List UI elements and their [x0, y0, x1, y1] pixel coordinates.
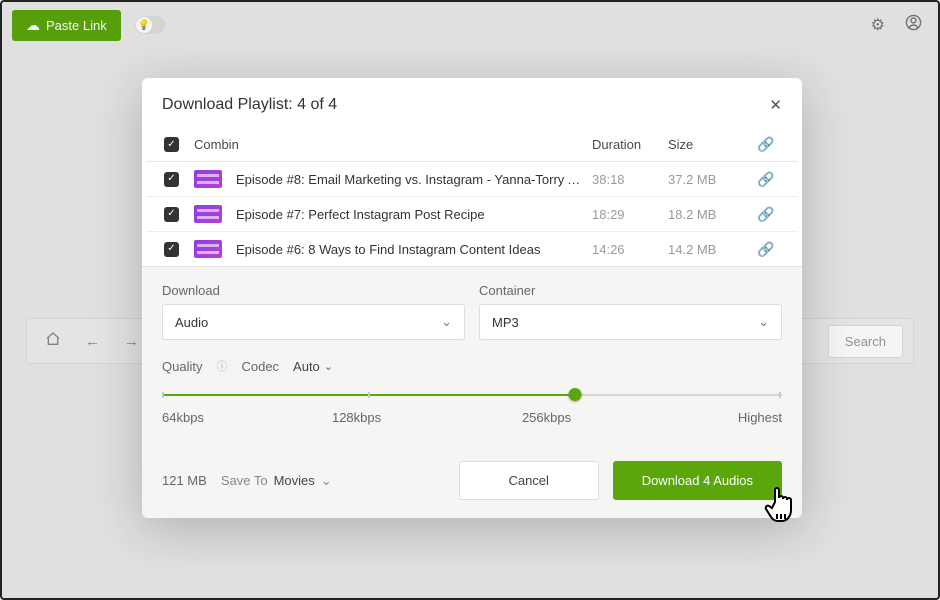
save-to-value: Movies [274, 473, 315, 488]
track-thumbnail [194, 170, 222, 188]
download-type-label: Download [162, 283, 465, 298]
quality-label: Quality [162, 359, 202, 374]
track-duration: 14:26 [592, 242, 662, 257]
container-value: MP3 [492, 315, 519, 330]
chevron-down-icon: ⌄ [324, 360, 333, 373]
codec-select[interactable]: Auto ⌄ [293, 359, 333, 374]
track-checkbox[interactable]: ✓ [164, 207, 179, 222]
column-size: Size [668, 137, 746, 152]
track-checkbox[interactable]: ✓ [164, 242, 179, 257]
modal-header: Download Playlist: 4 of 4 ✕ [142, 78, 802, 128]
slider-mark: Highest [738, 410, 782, 425]
track-duration: 38:18 [592, 172, 662, 187]
modal-title: Download Playlist: 4 of 4 [162, 96, 337, 114]
slider-mark: 128kbps [332, 410, 546, 425]
track-size: 37.2 MB [668, 172, 746, 187]
track-thumbnail [194, 205, 222, 223]
slider-mark: 256kbps [522, 410, 738, 425]
save-to-picker[interactable]: Save To Movies ⌄ [221, 473, 332, 489]
quality-slider[interactable] [162, 388, 782, 402]
app-window: ☁ Paste Link 💡 ⚙ ← → ⟳ Search Download P… [0, 0, 940, 600]
track-duration: 18:29 [592, 207, 662, 222]
info-icon[interactable]: ⓘ [216, 358, 227, 374]
settings-panel: Download Audio ⌄ Container MP3 ⌄ Quality [142, 266, 802, 518]
codec-label: Codec [241, 359, 279, 374]
close-icon[interactable]: ✕ [769, 96, 782, 114]
track-link-icon[interactable]: 🔗 [752, 241, 780, 258]
download-button[interactable]: Download 4 Audios [613, 461, 782, 500]
container-label: Container [479, 283, 782, 298]
chevron-down-icon: ⌄ [441, 314, 452, 330]
track-list-header: ✓ Combin Duration Size 🔗 [146, 128, 798, 162]
total-size: 121 MB [162, 473, 207, 488]
container-select[interactable]: MP3 ⌄ [479, 304, 782, 340]
cancel-button[interactable]: Cancel [459, 461, 599, 500]
track-title: Episode #8: Email Marketing vs. Instagra… [236, 172, 586, 187]
track-size: 14.2 MB [668, 242, 746, 257]
track-checkbox[interactable]: ✓ [164, 172, 179, 187]
download-type-value: Audio [175, 315, 208, 330]
select-all-checkbox[interactable]: ✓ [164, 137, 179, 152]
track-row: ✓ Episode #6: 8 Ways to Find Instagram C… [146, 232, 798, 266]
slider-mark: 64kbps [162, 410, 354, 425]
link-icon: 🔗 [752, 136, 780, 153]
track-row: ✓ Episode #8: Email Marketing vs. Instag… [146, 162, 798, 197]
track-size: 18.2 MB [668, 207, 746, 222]
download-button-label: Download 4 Audios [642, 473, 753, 488]
save-to-label: Save To [221, 473, 268, 488]
track-thumbnail [194, 240, 222, 258]
slider-marks: 64kbps 128kbps 256kbps Highest [162, 410, 782, 425]
track-link-icon[interactable]: 🔗 [752, 171, 780, 188]
track-row: ✓ Episode #7: Perfect Instagram Post Rec… [146, 197, 798, 232]
column-title: Combin [194, 137, 586, 152]
download-type-select[interactable]: Audio ⌄ [162, 304, 465, 340]
chevron-down-icon: ⌄ [321, 473, 332, 489]
column-duration: Duration [592, 137, 662, 152]
slider-knob[interactable] [568, 388, 581, 401]
chevron-down-icon: ⌄ [758, 314, 769, 330]
track-title: Episode #6: 8 Ways to Find Instagram Con… [236, 242, 586, 257]
codec-value: Auto [293, 359, 320, 374]
track-list: ✓ Combin Duration Size 🔗 ✓ Episode #8: E… [142, 128, 802, 266]
cancel-label: Cancel [508, 473, 548, 488]
track-title: Episode #7: Perfect Instagram Post Recip… [236, 207, 586, 222]
download-playlist-modal: Download Playlist: 4 of 4 ✕ ✓ Combin Dur… [142, 78, 802, 518]
track-link-icon[interactable]: 🔗 [752, 206, 780, 223]
